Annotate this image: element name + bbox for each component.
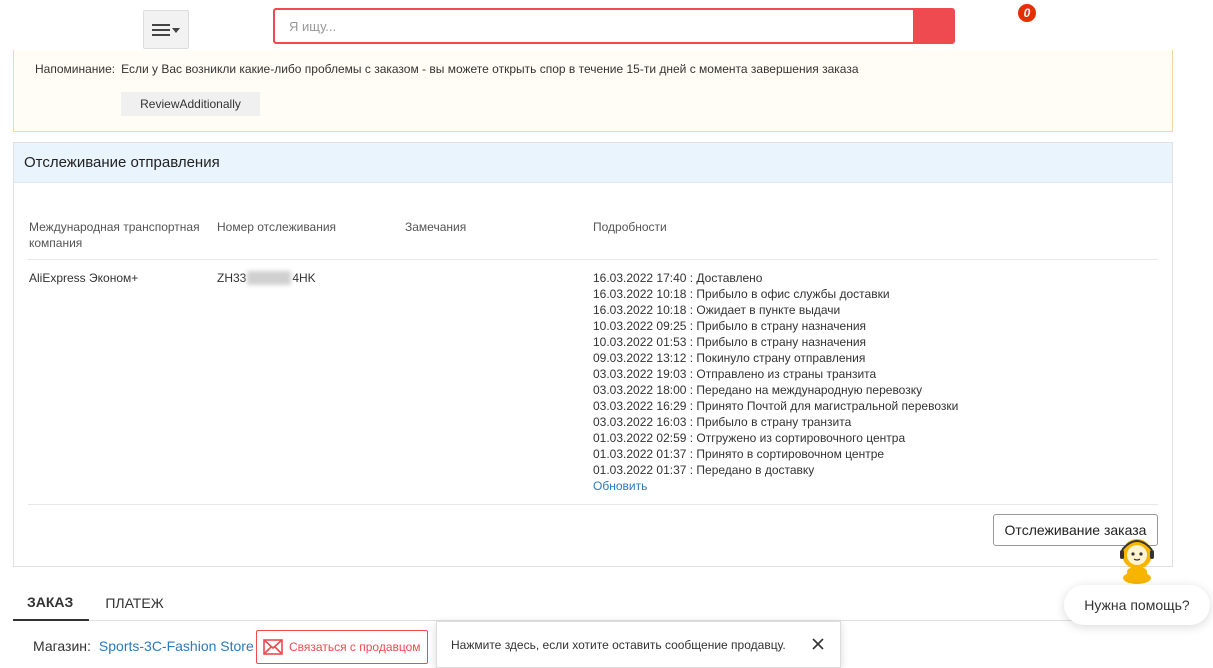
- tracking-event: 03.03.2022 16:29 : Принято Почтой для ма…: [593, 399, 959, 413]
- tracking-number: ZH33 4HK: [217, 270, 316, 286]
- carrier-name: AliExpress Эконом+: [29, 271, 139, 285]
- help-bot-icon[interactable]: [1112, 534, 1162, 584]
- tracking-event: 10.03.2022 09:25 : Прибыло в страну назн…: [593, 319, 867, 333]
- column-header-details: Подробности: [593, 220, 667, 234]
- header-divider: [28, 259, 1158, 260]
- column-header-tracking-number: Номер отслеживания: [217, 220, 337, 234]
- search-bar: [273, 8, 955, 44]
- column-header-remarks: Замечания: [405, 220, 467, 234]
- tracking-event: 09.03.2022 13:12 : Покинуло страну отпра…: [593, 351, 866, 365]
- tracking-title: Отслеживание отправления: [14, 143, 1172, 183]
- tracking-number-suffix: 4HK: [292, 271, 316, 285]
- store-line: Магазин: Sports-3C-Fashion Store: [33, 638, 254, 654]
- tab-order[interactable]: ЗАКАЗ: [13, 584, 90, 621]
- tracking-panel: Отслеживание отправления Международная т…: [13, 142, 1173, 567]
- help-bubble[interactable]: Нужна помощь?: [1064, 585, 1210, 625]
- search-input[interactable]: [275, 10, 913, 42]
- store-label: Магазин:: [33, 638, 91, 654]
- tooltip-text: Нажмите здесь, если хотите оставить сооб…: [451, 637, 786, 652]
- tracking-event: 03.03.2022 16:03 : Прибыло в страну тран…: [593, 415, 852, 429]
- reminder-line: Напоминание: Если у Вас возникли какие-ли…: [35, 62, 859, 76]
- reminder-text: Если у Вас возникли какие-либо проблемы …: [121, 62, 859, 76]
- tracking-event: 16.03.2022 10:18 : Ожидает в пункте выда…: [593, 303, 841, 317]
- contact-seller-button[interactable]: Связаться с продавцом: [256, 630, 428, 664]
- tracking-events: 16.03.2022 17:40 : Доставлено 16.03.2022…: [593, 270, 958, 494]
- contact-seller-tooltip: Нажмите здесь, если хотите оставить сооб…: [436, 621, 841, 668]
- contact-seller-label: Связаться с продавцом: [289, 640, 421, 654]
- hamburger-icon: [152, 23, 170, 36]
- order-tabs: ЗАКАЗ ПЛАТЕЖ: [13, 584, 1173, 621]
- tracking-event: 01.03.2022 02:59 : Отгружено из сортиров…: [593, 431, 906, 445]
- tracking-event: 16.03.2022 10:18 : Прибыло в офис службы…: [593, 287, 890, 301]
- column-header-carrier: Международная транспортная компания: [29, 220, 200, 250]
- review-additionally-button[interactable]: ReviewAdditionally: [121, 92, 260, 116]
- tracking-number-prefix: ZH33: [217, 271, 247, 285]
- caret-down-icon: [172, 28, 180, 33]
- refresh-link[interactable]: Обновить: [593, 478, 958, 494]
- close-icon[interactable]: [810, 636, 826, 652]
- store-link[interactable]: Sports-3C-Fashion Store: [99, 638, 254, 654]
- tracking-event: 16.03.2022 17:40 : Доставлено: [593, 271, 763, 285]
- tracking-event: 03.03.2022 18:00 : Передано на междунаро…: [593, 383, 923, 397]
- search-button[interactable]: [913, 10, 953, 42]
- tracking-event: 01.03.2022 01:37 : Передано в доставку: [593, 463, 815, 477]
- reminder-box: Напоминание: Если у Вас возникли какие-ли…: [13, 50, 1173, 132]
- tab-payment[interactable]: ПЛАТЕЖ: [89, 584, 179, 621]
- redacted-mask: [247, 271, 292, 285]
- tracking-event: 03.03.2022 19:03 : Отправлено из страны …: [593, 367, 877, 381]
- menu-button[interactable]: [143, 10, 189, 49]
- cart-count-badge[interactable]: 0: [1017, 3, 1037, 23]
- tracking-event: 01.03.2022 01:37 : Принято в сортировочн…: [593, 447, 885, 461]
- reminder-label: Напоминание:: [35, 62, 116, 76]
- row-divider: [28, 504, 1158, 505]
- mail-icon: [263, 639, 283, 655]
- tracking-event: 10.03.2022 01:53 : Прибыло в страну назн…: [593, 335, 867, 349]
- header: 0: [0, 0, 1213, 52]
